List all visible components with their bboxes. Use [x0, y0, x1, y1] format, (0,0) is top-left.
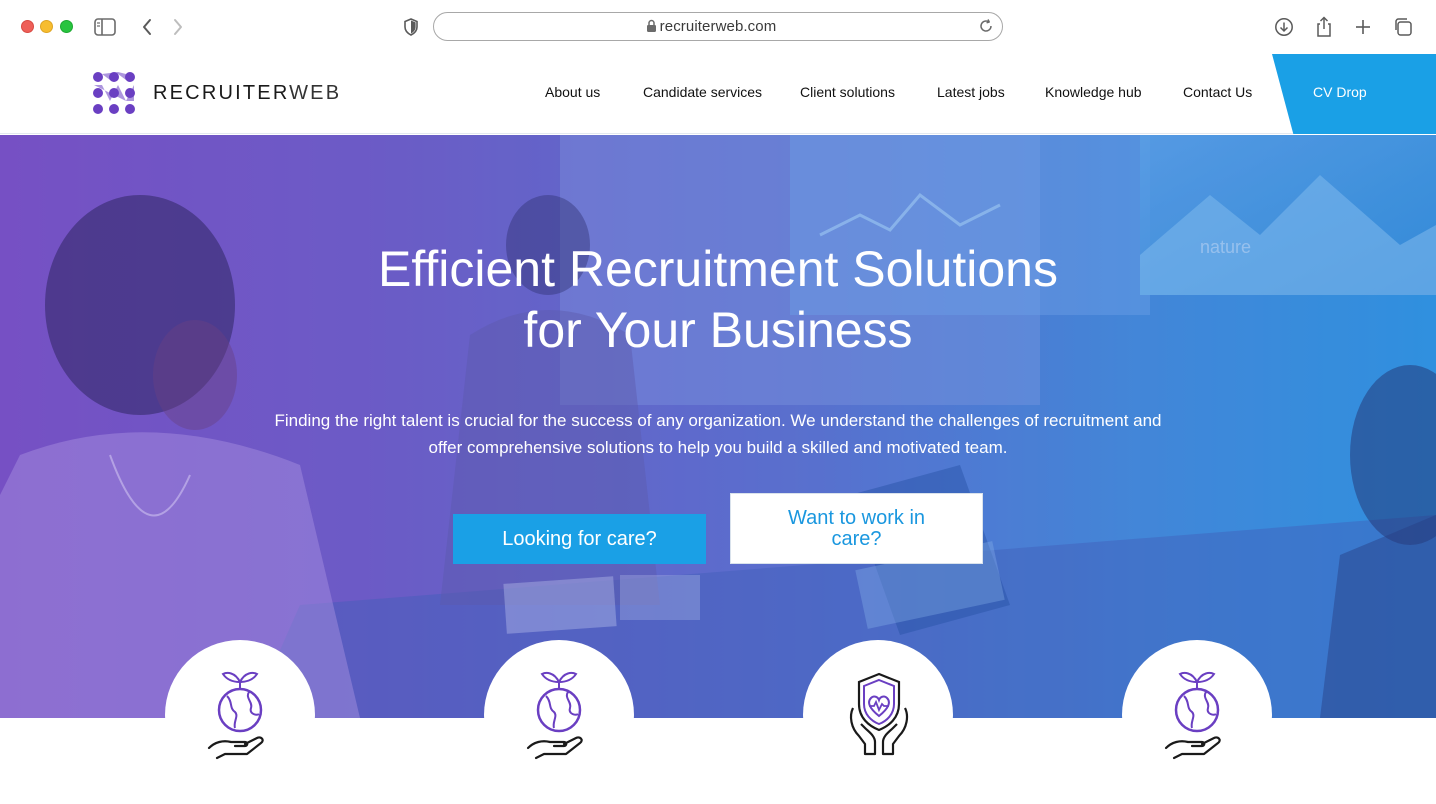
logo-text-secondary: WEB	[289, 81, 342, 104]
new-tab-icon[interactable]	[1351, 15, 1375, 39]
globe-in-hand-icon	[207, 672, 264, 760]
hero-title-line-2: for Your Business	[523, 302, 913, 358]
cv-drop-label: CV Drop	[1313, 84, 1367, 100]
feature-card-1[interactable]	[165, 640, 315, 790]
logo-text: RECRUITERWEB	[153, 82, 341, 105]
zoom-window-button[interactable]	[60, 20, 73, 33]
heart-shield-hands-icon	[849, 672, 909, 756]
share-icon[interactable]	[1312, 15, 1336, 39]
privacy-shield-icon[interactable]	[399, 15, 423, 39]
nav-item-client-solutions[interactable]: Client solutions	[800, 84, 895, 100]
hero-title-line-1: Efficient Recruitment Solutions	[378, 241, 1058, 297]
tab-overview-icon[interactable]	[1391, 15, 1415, 39]
nav-item-candidate-services[interactable]: Candidate services	[643, 84, 762, 100]
want-to-work-in-care-button[interactable]: Want to work in care?	[730, 493, 983, 564]
browser-toolbar: recruiterweb.com	[0, 0, 1436, 54]
reload-icon[interactable]	[978, 18, 994, 39]
close-window-button[interactable]	[21, 20, 34, 33]
looking-for-care-button[interactable]: Looking for care?	[453, 514, 706, 564]
globe-in-hand-icon	[526, 672, 583, 760]
nav-item-knowledge-hub[interactable]: Knowledge hub	[1045, 84, 1142, 100]
logo-text-primary: RECRUITER	[153, 81, 290, 104]
site-logo[interactable]: RECRUITERWEB	[92, 71, 341, 115]
address-bar[interactable]: recruiterweb.com	[433, 12, 1003, 41]
feature-card-4[interactable]	[1122, 640, 1272, 790]
hero-subtitle: Finding the right talent is crucial for …	[274, 411, 1162, 457]
back-icon[interactable]	[135, 15, 159, 39]
globe-in-hand-icon	[1164, 672, 1221, 760]
minimize-window-button[interactable]	[40, 20, 53, 33]
logo-mark-icon	[93, 72, 135, 114]
hero-section: nature Efficient Recruitment Solutions f…	[0, 135, 1436, 718]
cv-drop-button[interactable]: CV Drop	[1272, 54, 1436, 134]
sidebar-toggle-icon[interactable]	[93, 15, 117, 39]
feature-card-2[interactable]	[484, 640, 634, 790]
downloads-icon[interactable]	[1272, 15, 1296, 39]
forward-icon[interactable]	[166, 15, 190, 39]
feature-card-3[interactable]	[803, 640, 953, 790]
hero-title: Efficient Recruitment Solutions for Your…	[0, 239, 1436, 361]
nav-item-about-us[interactable]: About us	[545, 84, 600, 100]
url-text: recruiterweb.com	[659, 18, 777, 35]
nav-item-contact-us[interactable]: Contact Us	[1183, 84, 1252, 100]
site-header: RECRUITERWEB About us Candidate services…	[0, 54, 1436, 134]
nav-item-latest-jobs[interactable]: Latest jobs	[937, 84, 1005, 100]
